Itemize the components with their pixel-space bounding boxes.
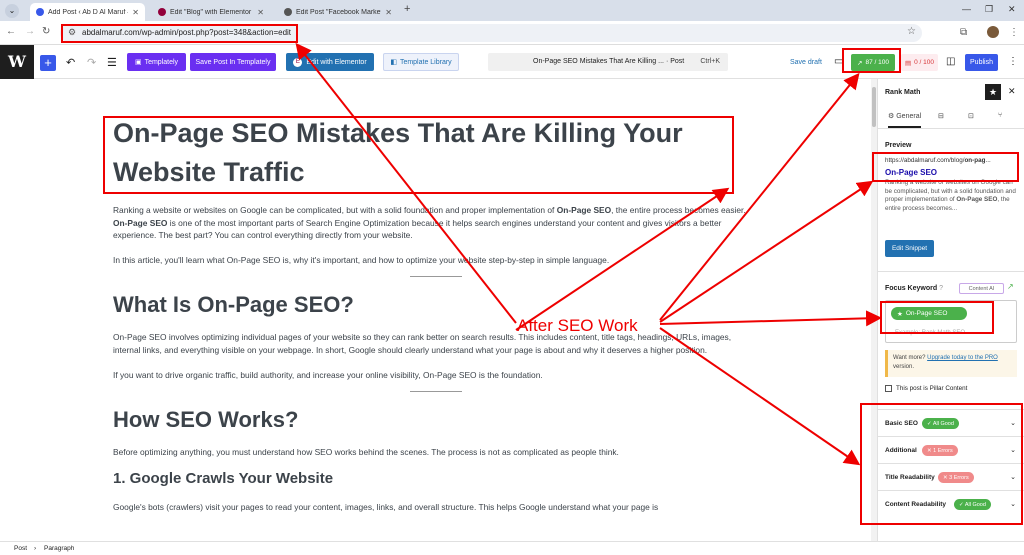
wordpress-logo-icon[interactable]: W	[0, 45, 34, 79]
heading-block[interactable]: How SEO Works?	[113, 406, 758, 434]
template-library-button[interactable]: ◧ Template Library	[383, 53, 459, 71]
readability-score-button[interactable]: ▤ 0 / 100	[901, 54, 938, 71]
annotation-box-analysis	[860, 403, 1023, 525]
help-icon[interactable]: ?	[939, 285, 943, 292]
document-overview-icon[interactable]: ☰	[107, 56, 117, 69]
browser-menu-icon[interactable]: ⋮	[1009, 27, 1019, 38]
heading-block[interactable]: What Is On-Page SEO?	[113, 291, 758, 319]
upgrade-link[interactable]: Upgrade today to the PRO	[927, 355, 998, 361]
close-tab-icon[interactable]: ✕	[132, 8, 139, 17]
toolbox-icon: ⊟	[938, 113, 944, 120]
divider	[878, 271, 1024, 272]
publish-button[interactable]: Publish	[965, 54, 998, 71]
annotation-box-score	[842, 48, 901, 73]
breadcrumb-post[interactable]: Post	[14, 545, 27, 552]
new-tab-icon[interactable]: +	[404, 3, 410, 15]
pin-star-icon[interactable]: ★	[985, 84, 1001, 100]
save-in-templately-button[interactable]: Save Post In Templately	[190, 53, 276, 71]
wordpress-favicon-icon	[36, 8, 44, 16]
redo-icon[interactable]: ↷	[87, 56, 96, 69]
paragraph-block[interactable]: If you want to drive organic traffic, bu…	[113, 369, 758, 382]
browser-tab-elementor[interactable]: Edit "Blog" with Elementor ✕	[152, 3, 270, 21]
browser-tab-edit-post[interactable]: Edit Post "Facebook Marketing ✕	[278, 3, 398, 21]
heading-block[interactable]: 1. Google Crawls Your Website	[113, 469, 758, 489]
content-ai-button[interactable]: Content AI	[959, 283, 1004, 294]
breadcrumb-separator: ›	[34, 545, 37, 552]
annotation-box-url	[61, 24, 298, 43]
separator	[409, 276, 462, 278]
paragraph-block[interactable]: On-Page SEO involves optimizing individu…	[113, 331, 758, 356]
pillar-content-checkbox[interactable]: This post is Pillar Content	[885, 385, 967, 392]
edit-with-elementor-button[interactable]: E Edit with Elementor	[286, 53, 374, 71]
tab-schema[interactable]: ⊡	[968, 112, 974, 120]
sidebar-title: Rank Math	[885, 89, 921, 96]
bookmark-star-icon[interactable]: ☆	[907, 26, 916, 37]
elementor-favicon-icon	[158, 8, 166, 16]
checkbox[interactable]	[885, 385, 892, 392]
tab-advanced[interactable]: ⊟	[938, 112, 944, 120]
close-tab-icon[interactable]: ✕	[257, 8, 264, 17]
paragraph-block[interactable]: Before optimizing anything, you must und…	[113, 446, 758, 459]
paragraph-block[interactable]: In this article, you'll learn what On-Pa…	[113, 254, 758, 267]
tab-social[interactable]: ⑂	[998, 112, 1002, 119]
library-icon: ◧	[390, 59, 397, 66]
sidebar-tabs: ⚙ General ⊟ ⊡ ⑂	[878, 105, 1024, 129]
command-palette-bar[interactable]: On-Page SEO Mistakes That Are Killing ..…	[488, 53, 728, 71]
browser-tab-add-post[interactable]: Add Post ‹ Ab D Al Maruf — W ✕	[30, 3, 145, 21]
close-icon[interactable]: ✕	[1008, 86, 1016, 97]
preview-label: Preview	[885, 142, 912, 149]
save-draft-button[interactable]: Save draft	[790, 59, 822, 66]
undo-icon[interactable]: ↶	[66, 56, 75, 69]
avatar[interactable]	[987, 26, 999, 38]
edit-snippet-button[interactable]: Edit Snippet	[885, 240, 934, 257]
back-icon[interactable]: ←	[6, 26, 16, 37]
settings-sidebar-icon[interactable]: ◫	[946, 56, 955, 67]
readability-icon: ▤	[904, 59, 912, 67]
gear-icon: ⚙	[888, 113, 895, 120]
annotation-label: After SEO Work	[517, 316, 638, 335]
tab-general[interactable]: ⚙ General	[888, 112, 922, 128]
trends-icon[interactable]: ↗	[1007, 282, 1014, 291]
maximize-icon[interactable]: ❐	[985, 4, 993, 15]
scrollbar-thumb[interactable]	[872, 87, 876, 127]
minimize-icon[interactable]: —	[962, 4, 971, 14]
paragraph-block[interactable]: Google's bots (crawlers) visit your page…	[113, 501, 758, 514]
post-title-label: On-Page SEO Mistakes That Are Killing ..…	[533, 58, 664, 65]
templately-button[interactable]: ▣ Templately	[127, 53, 186, 71]
block-breadcrumb: Post › Paragraph	[0, 541, 1024, 555]
shortcut-hint: Ctrl+K	[700, 58, 720, 65]
focus-keyword-label: Focus Keyword ?	[885, 285, 943, 292]
upgrade-notice: Want more? Upgrade today to the PRO vers…	[885, 350, 1017, 377]
breadcrumb-paragraph[interactable]: Paragraph	[44, 545, 74, 552]
close-tab-icon[interactable]: ✕	[385, 8, 392, 17]
annotation-box-preview	[872, 152, 1019, 182]
templately-icon: ▣	[134, 59, 142, 66]
browser-tab-strip: ⌄ Add Post ‹ Ab D Al Maruf — W ✕ Edit "B…	[0, 0, 1024, 21]
paragraph-block[interactable]: Ranking a website or websites on Google …	[113, 204, 758, 242]
annotation-box-title	[103, 116, 734, 194]
page-favicon-icon	[284, 8, 292, 16]
forward-icon[interactable]: →	[25, 26, 35, 37]
schema-icon: ⊡	[968, 113, 974, 120]
options-menu-icon[interactable]: ⋮	[1008, 56, 1018, 67]
separator	[409, 391, 462, 393]
block-inserter-button[interactable]: +	[40, 55, 56, 71]
close-window-icon[interactable]: ✕	[1008, 4, 1016, 15]
annotation-box-keyword	[880, 301, 994, 334]
extensions-icon[interactable]: ⧉	[960, 27, 967, 38]
tab-search-icon[interactable]: ⌄	[5, 4, 19, 18]
reload-icon[interactable]: ↻	[42, 26, 50, 37]
elementor-icon: E	[293, 57, 303, 67]
share-icon: ⑂	[998, 112, 1003, 119]
